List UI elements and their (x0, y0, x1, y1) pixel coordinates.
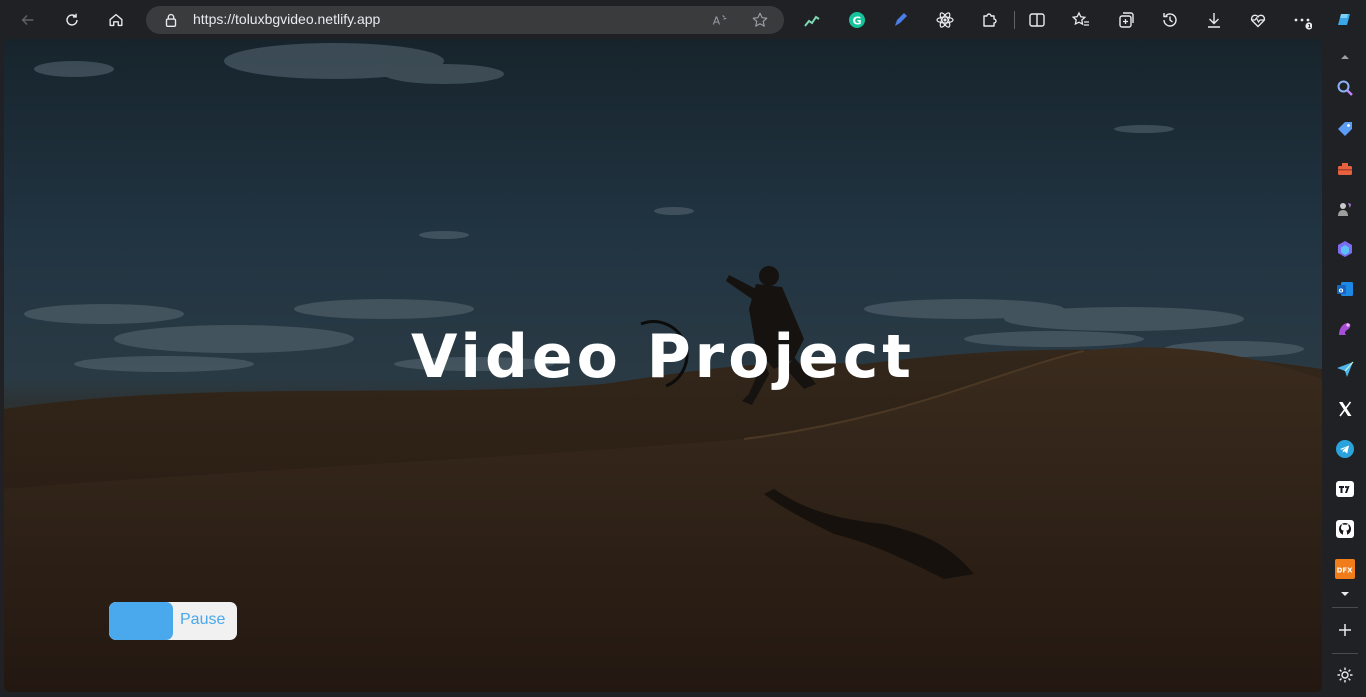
reload-icon (66, 13, 78, 26)
search-icon (1337, 80, 1353, 96)
send-icon (1337, 361, 1354, 377)
pen-extension-button[interactable] (887, 6, 915, 34)
sidebar-item-search[interactable] (1333, 76, 1357, 100)
downloads-button[interactable] (1200, 6, 1228, 34)
sidebar-item-outlook[interactable]: o (1333, 277, 1357, 301)
reload-button[interactable] (57, 5, 87, 35)
home-icon (109, 13, 123, 27)
sidebar-add-button[interactable] (1333, 618, 1357, 642)
sidebar-item-designer[interactable] (1333, 317, 1357, 341)
caret-down-icon (1341, 592, 1349, 596)
x-icon (1339, 401, 1352, 417)
collections-button[interactable] (1112, 6, 1140, 34)
svg-text:A: A (713, 15, 721, 28)
browser-essentials-button[interactable] (1244, 6, 1272, 34)
split-screen-icon (1029, 13, 1045, 27)
history-icon (1163, 13, 1177, 27)
toggle-knob[interactable] (109, 602, 173, 640)
tradingview-icon (1336, 481, 1354, 497)
url-text[interactable]: https://toluxbgvideo.netlify.app (193, 11, 380, 27)
sidebar-item-shopping[interactable] (1333, 117, 1357, 141)
pen-icon (895, 13, 907, 26)
pause-label: Pause (180, 611, 226, 628)
sidebar-item-x[interactable] (1333, 397, 1357, 421)
sidebar-item-telegram[interactable] (1333, 437, 1357, 461)
copilot-button[interactable] (1330, 6, 1358, 34)
sidebar-item-send[interactable] (1333, 357, 1357, 381)
svg-text:DFX: DFX (1337, 567, 1354, 575)
games-icon (1338, 203, 1351, 216)
shopping-tag-icon (1338, 122, 1352, 136)
toolbar-divider (1014, 11, 1015, 29)
settings-more-button[interactable]: 1 (1288, 6, 1316, 34)
back-button[interactable] (13, 5, 43, 35)
tools-icon (1338, 163, 1352, 175)
sidebar-divider (1332, 653, 1358, 654)
sidebar-item-tradingview[interactable] (1333, 477, 1357, 501)
outlook-icon: o (1337, 282, 1353, 296)
sidebar-divider (1332, 607, 1358, 608)
hero-title: Video Project (411, 322, 915, 392)
plus-icon (1339, 624, 1351, 636)
more-dots-icon: 1 (1294, 18, 1312, 30)
browser-toolbar: https://toluxbgvideo.netlify.app A G 1 (0, 0, 1366, 39)
grammarly-icon: G (849, 12, 865, 28)
react-devtools-button[interactable] (931, 6, 959, 34)
favorites-star-list-icon (1071, 11, 1089, 26)
copilot-icon (1338, 14, 1350, 25)
favorite-star-icon[interactable] (751, 11, 769, 29)
split-screen-button[interactable] (1023, 6, 1051, 34)
extension-chart-button[interactable] (798, 6, 826, 34)
arrow-left-icon (21, 14, 34, 26)
github-icon (1336, 520, 1354, 538)
caret-up-icon (1341, 55, 1349, 59)
favorites-button[interactable] (1067, 6, 1095, 34)
home-button[interactable] (101, 5, 131, 35)
gear-icon (1337, 667, 1353, 683)
puzzle-icon (983, 13, 997, 27)
update-badge: 1 (1308, 24, 1312, 30)
dfx-icon: DFX (1335, 559, 1355, 579)
video-background: Video Project Pause (4, 39, 1322, 692)
telegram-icon (1336, 440, 1354, 458)
react-icon (936, 12, 954, 28)
collections-icon (1119, 12, 1134, 28)
download-icon (1208, 13, 1220, 28)
browser-sidebar: o DFX (1324, 39, 1366, 697)
sidebar-item-tools[interactable] (1333, 157, 1357, 181)
sidebar-item-copilot[interactable] (1333, 237, 1357, 261)
heart-pulse-icon (1250, 14, 1266, 28)
sidebar-item-dfx[interactable]: DFX (1333, 557, 1357, 581)
sidebar-item-github[interactable] (1333, 517, 1357, 541)
sidebar-scroll-up[interactable] (1333, 45, 1357, 69)
sidebar-scroll-down[interactable] (1333, 582, 1357, 606)
address-bar[interactable]: https://toluxbgvideo.netlify.app A (146, 6, 784, 34)
designer-icon (1339, 323, 1351, 335)
copilot-icon (1338, 241, 1352, 257)
svg-text:G: G (853, 15, 862, 28)
sidebar-item-games[interactable] (1333, 197, 1357, 221)
history-button[interactable] (1156, 6, 1184, 34)
pause-toggle[interactable]: Pause (109, 602, 237, 640)
chart-extension-icon (804, 15, 820, 27)
sidebar-settings-button[interactable] (1333, 663, 1357, 687)
svg-text:o: o (1339, 287, 1344, 295)
lock-icon[interactable] (162, 11, 180, 29)
extensions-button[interactable] (975, 6, 1003, 34)
grammarly-button[interactable]: G (843, 6, 871, 34)
read-aloud-icon[interactable]: A (711, 11, 729, 29)
